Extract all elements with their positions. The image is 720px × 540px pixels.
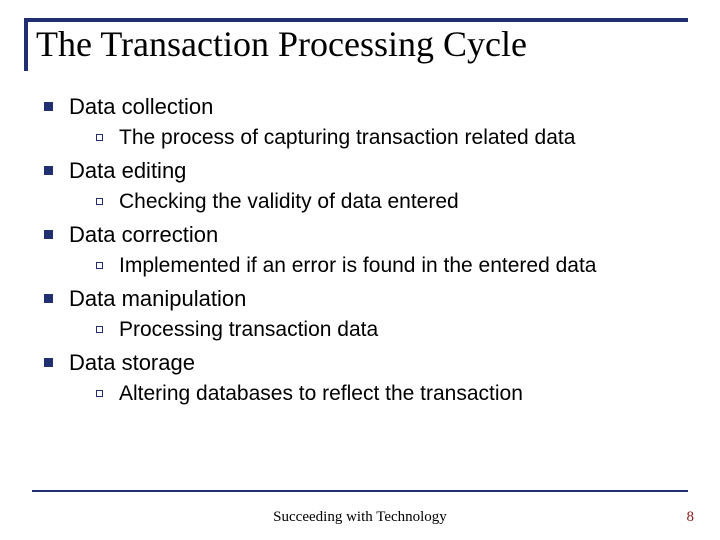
square-bullet-icon: [44, 102, 53, 111]
list-subitem-label: Processing transaction data: [119, 316, 378, 343]
slide-title: The Transaction Processing Cycle: [36, 24, 688, 71]
square-bullet-icon: [44, 166, 53, 175]
list-subitem: Processing transaction data: [96, 316, 688, 343]
list-item-label: Data correction: [69, 221, 218, 250]
square-outline-bullet-icon: [96, 134, 103, 141]
list-subitem-label: Implemented if an error is found in the …: [119, 252, 596, 279]
list-item-label: Data storage: [69, 349, 195, 378]
list-item: Data correction: [44, 221, 688, 250]
list-item-label: Data editing: [69, 157, 186, 186]
list-item: Data storage: [44, 349, 688, 378]
list-subitem: Altering databases to reflect the transa…: [96, 380, 688, 407]
list-item-label: Data collection: [69, 93, 213, 122]
slide: The Transaction Processing Cycle Data co…: [0, 0, 720, 540]
square-bullet-icon: [44, 294, 53, 303]
list-item: Data manipulation: [44, 285, 688, 314]
list-item: Data editing: [44, 157, 688, 186]
list-subitem: Implemented if an error is found in the …: [96, 252, 688, 279]
footer-divider: [32, 490, 688, 492]
footer-text: Succeeding with Technology: [0, 509, 720, 526]
content-area: Data collection The process of capturing…: [32, 71, 688, 406]
page-number: 8: [687, 509, 695, 526]
list-subitem: Checking the validity of data entered: [96, 188, 688, 215]
list-subitem-label: Altering databases to reflect the transa…: [119, 380, 523, 407]
list-subitem-label: The process of capturing transaction rel…: [119, 124, 575, 151]
title-accent-border: The Transaction Processing Cycle: [24, 18, 688, 71]
list-subitem: The process of capturing transaction rel…: [96, 124, 688, 151]
square-outline-bullet-icon: [96, 326, 103, 333]
list-subitem-label: Checking the validity of data entered: [119, 188, 459, 215]
square-bullet-icon: [44, 358, 53, 367]
square-outline-bullet-icon: [96, 262, 103, 269]
list-item-label: Data manipulation: [69, 285, 246, 314]
square-outline-bullet-icon: [96, 198, 103, 205]
list-item: Data collection: [44, 93, 688, 122]
square-outline-bullet-icon: [96, 390, 103, 397]
square-bullet-icon: [44, 230, 53, 239]
